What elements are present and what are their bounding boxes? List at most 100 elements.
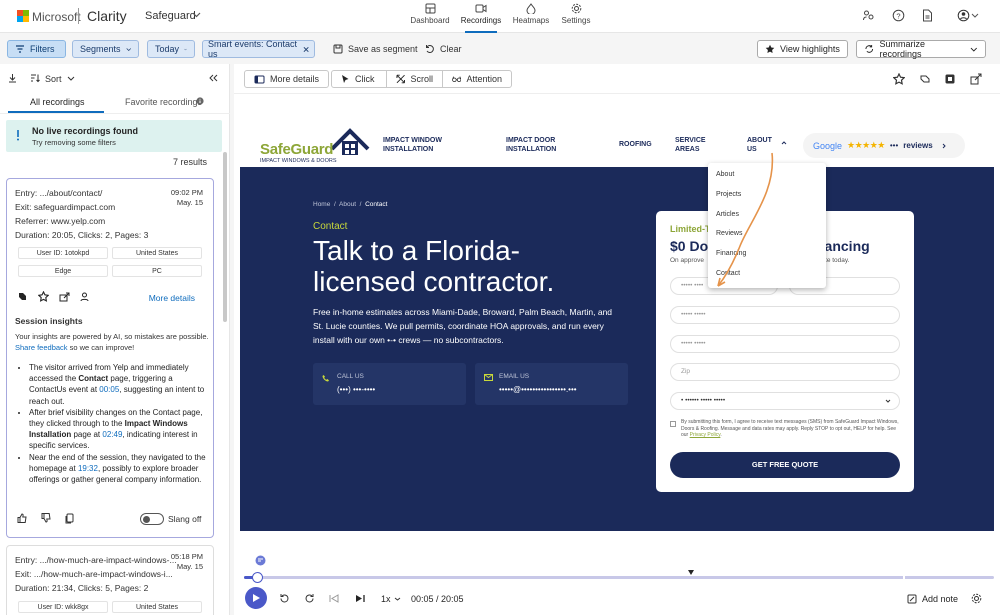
project-selector[interactable]: Safeguard	[145, 10, 196, 22]
privacy-policy-link[interactable]: Privacy Policy	[690, 432, 721, 438]
session-replay-viewport[interactable]: SafeGuard IMPACT WINDOWS & DOORS IMPACT …	[240, 123, 994, 531]
close-icon[interactable]	[303, 46, 309, 53]
clear-button[interactable]: Clear	[418, 40, 469, 58]
note-icon[interactable]	[907, 594, 917, 604]
email-us-card[interactable]: EMAIL US •••••@••••••••••••••••.•••	[475, 363, 628, 405]
favorite-star-icon[interactable]	[893, 73, 905, 85]
sort-label[interactable]: Sort	[45, 74, 62, 84]
skip-back-icon[interactable]	[329, 594, 339, 603]
safeguard-logo[interactable]: SafeGuard IMPACT WINDOWS & DOORS	[260, 127, 370, 164]
collapse-panel-icon[interactable]	[209, 74, 218, 82]
document-icon[interactable]	[922, 9, 933, 22]
insight-bullet: The visitor arrived from Yelp and immedi…	[29, 362, 209, 407]
referrer-row: Referrer: www.yelp.com	[15, 216, 105, 226]
timeline-scrubber[interactable]	[252, 572, 263, 583]
fast-forward-icon[interactable]	[304, 593, 315, 604]
save-segment-button[interactable]: Save as segment	[326, 40, 425, 58]
skip-forward-icon[interactable]	[355, 594, 365, 603]
breadcrumb-about[interactable]: About	[339, 201, 356, 208]
view-highlights-button[interactable]: View highlights	[757, 40, 848, 58]
tab-favorite-recordings[interactable]: Favorite recordings	[125, 97, 202, 107]
toggle-knob	[143, 516, 150, 523]
account-icon[interactable]	[957, 9, 979, 22]
site-nav-service-areas[interactable]: SERVICE AREAS	[675, 136, 706, 154]
top-bar: Microsoft Clarity Safeguard Dashboard Re…	[0, 0, 1000, 33]
insight-timestamp-link[interactable]: 19:32	[78, 464, 98, 473]
scroll-heat-button[interactable]: Scroll	[386, 70, 443, 88]
settings-gear-icon[interactable]	[971, 593, 982, 604]
share-users-icon[interactable]	[862, 9, 875, 22]
download-icon[interactable]	[8, 73, 17, 83]
site-nav-impact-window[interactable]: IMPACT WINDOW INSTALLATION	[383, 136, 442, 154]
share-icon[interactable]	[970, 73, 982, 85]
ai-note: Your insights are powered by AI, so mist…	[15, 332, 209, 341]
recording-card[interactable]: Entry: .../about/contact/ Exit: safeguar…	[6, 178, 214, 538]
smart-event-chip[interactable]: Smart events: Contact us	[202, 39, 315, 59]
share-feedback-link[interactable]: Share feedback	[15, 343, 68, 352]
chevron-down-icon[interactable]	[67, 76, 75, 81]
more-details-button[interactable]: More details	[244, 70, 330, 88]
dashboard-icon	[425, 3, 435, 14]
insight-timestamp-link[interactable]: 00:05	[99, 385, 119, 394]
list-scrollbar[interactable]	[223, 152, 227, 322]
nav-settings[interactable]: Settings	[546, 3, 606, 25]
tab-all-recordings[interactable]: All recordings	[30, 97, 85, 107]
site-nav-impact-door[interactable]: IMPACT DOOR INSTALLATION	[506, 136, 556, 154]
copy-icon[interactable]	[65, 513, 75, 524]
more-details-link[interactable]: More details	[149, 293, 195, 303]
pages-value: 3	[143, 230, 149, 240]
attention-heat-button[interactable]: Attention	[442, 70, 512, 88]
sort-icon[interactable]	[30, 73, 40, 83]
site-nav-roofing[interactable]: ROOFING	[619, 140, 652, 149]
undo-icon	[426, 45, 434, 53]
save-segment-label: Save as segment	[348, 44, 418, 54]
thumbs-up-icon[interactable]	[17, 513, 27, 524]
phone-field[interactable]: ••••• •••••	[670, 306, 900, 324]
email-field[interactable]: ••••• •••••	[670, 335, 900, 353]
thumbs-down-icon[interactable]	[41, 513, 51, 524]
help-icon[interactable]: ?	[892, 9, 905, 22]
recordings-icon	[475, 4, 487, 13]
get-free-quote-button[interactable]: GET FREE QUOTE	[670, 452, 900, 478]
product-name[interactable]: Clarity	[87, 8, 127, 24]
segments-dropdown[interactable]: Segments	[72, 40, 139, 58]
call-us-card[interactable]: CALL US (•••) •••-••••	[313, 363, 466, 405]
insight-page-name: Contact	[78, 374, 109, 384]
exit-label: Exit:	[15, 569, 32, 579]
info-icon[interactable]	[196, 97, 204, 105]
clicks-label: Clicks:	[77, 583, 103, 593]
copilot-chat-icon[interactable]	[919, 73, 931, 85]
event-marker-icon[interactable]	[255, 555, 266, 566]
favorite-star-icon[interactable]	[38, 291, 49, 302]
playback-speed[interactable]: 1x	[381, 594, 391, 604]
copilot-icon[interactable]	[17, 291, 28, 302]
view-highlights-label: View highlights	[780, 44, 840, 54]
screenshot-icon[interactable]	[944, 73, 956, 85]
insight-timestamp-link[interactable]: 02:49	[102, 430, 122, 439]
entry-label: Entry:	[15, 555, 38, 565]
service-select[interactable]: • •••••• ••••• •••••	[670, 392, 900, 410]
consent-checkbox[interactable]	[670, 421, 676, 427]
filters-button[interactable]: Filters	[7, 40, 66, 58]
chevron-down-icon[interactable]	[192, 12, 201, 18]
playback-timeline[interactable]	[244, 570, 994, 583]
player-panel: More details Click Scroll Attention Safe…	[234, 64, 1000, 615]
notice-title: No live recordings found	[32, 126, 139, 136]
breadcrumb-home[interactable]: Home	[313, 201, 330, 208]
hero-body: Free in-home estimates across Miami-Dade…	[313, 307, 613, 345]
rewind-icon[interactable]	[279, 593, 290, 604]
zip-field[interactable]: Zip	[670, 363, 900, 381]
add-note-button[interactable]: Add note	[922, 594, 958, 604]
user-icon[interactable]	[80, 292, 89, 302]
clear-label: Clear	[440, 44, 462, 54]
date-dropdown[interactable]: Today	[147, 40, 195, 58]
play-button[interactable]	[245, 587, 267, 609]
recording-date: May. 15	[176, 562, 203, 571]
chevron-down-icon[interactable]	[394, 597, 401, 601]
summarize-recordings-button[interactable]: Summarize recordings	[856, 39, 986, 59]
google-reviews-badge[interactable]: Google ★★★★★ ••• reviews	[803, 133, 965, 158]
slang-toggle[interactable]	[140, 513, 164, 525]
share-icon[interactable]	[59, 292, 70, 302]
recording-card[interactable]: Entry: .../how-much-are-impact-windows-.…	[6, 545, 214, 615]
click-heat-button[interactable]: Click	[331, 70, 387, 88]
